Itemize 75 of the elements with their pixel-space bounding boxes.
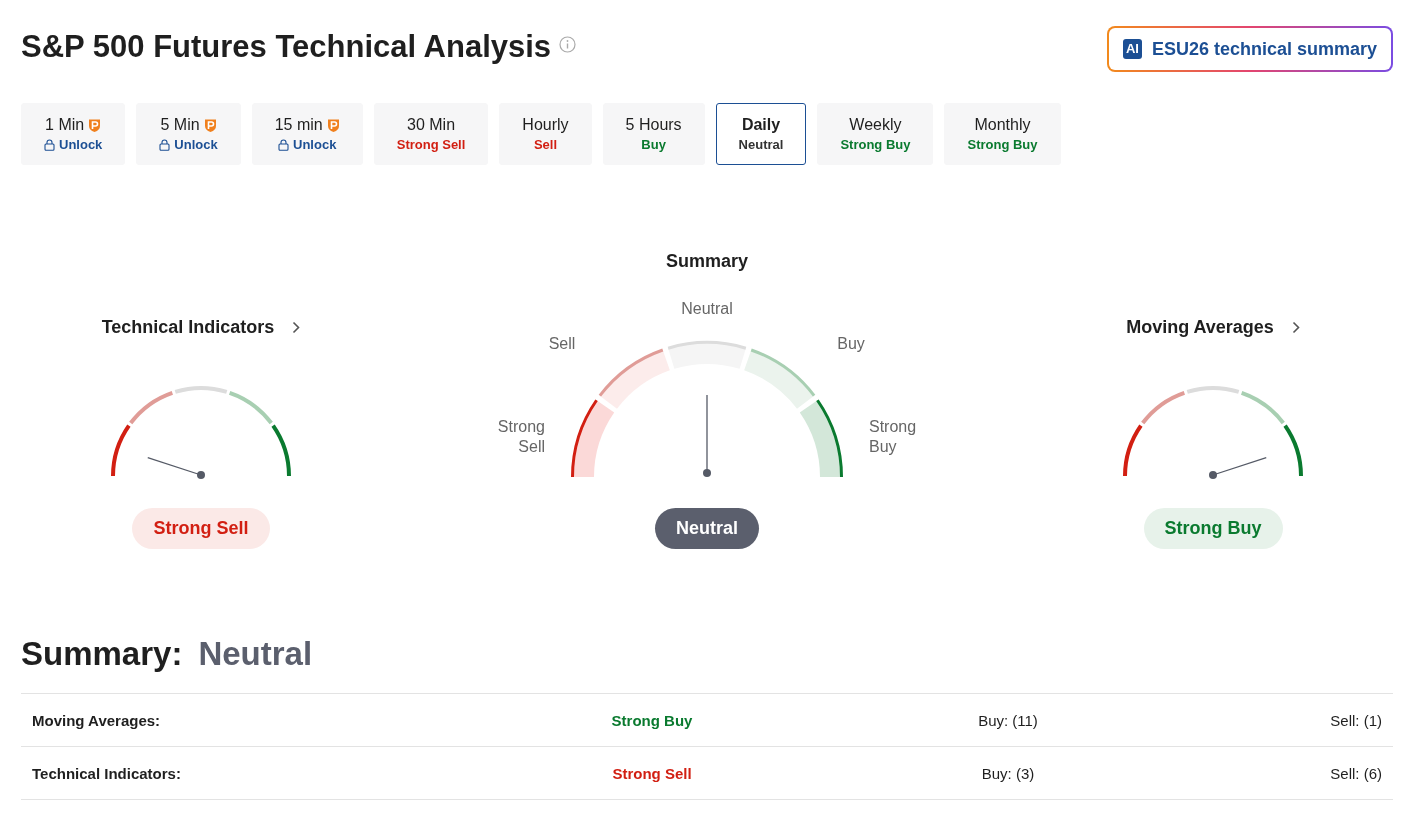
buy-count: Buy: (11): [977, 711, 1039, 729]
tab-label: Monthly: [974, 116, 1031, 134]
tab-label: 5 Hours: [625, 116, 682, 134]
timeframe-tab[interactable]: 5 Hours Buy: [602, 103, 705, 165]
tab-label: 5 Min: [160, 116, 200, 134]
lock-icon: [44, 138, 55, 151]
tab-status: Neutral: [738, 137, 784, 152]
timeframe-tab[interactable]: 1 Min Unlock: [21, 103, 126, 165]
gauge-needle: [147, 457, 205, 479]
timeframe-tab[interactable]: Monthly Strong Buy: [944, 103, 1061, 165]
scale-label: Strong Buy: [869, 418, 917, 455]
sell-count: Sell: (1): [1329, 711, 1382, 729]
gauge-title: Summary: [665, 251, 748, 272]
lock-icon: [278, 138, 290, 151]
gauge-needle: [1209, 457, 1267, 479]
tab-label: Hourly: [522, 116, 569, 134]
tab-label: 30 Min: [407, 116, 456, 134]
scale-label: Strong Sell: [497, 418, 545, 455]
tab-label: Daily: [741, 116, 781, 134]
row-name: Technical Indicators:: [32, 764, 182, 782]
ai-badge: AI: [1122, 39, 1142, 59]
timeframe-tab[interactable]: 30 Min Strong Sell: [373, 103, 489, 165]
tab-status: Unlock: [174, 137, 218, 152]
summary-value: Neutral: [198, 635, 313, 673]
strong-sell-arc: [1123, 424, 1143, 477]
timeframe-tab[interactable]: 5 Min Unlock: [136, 103, 241, 165]
sell-count: Sell: (6): [1329, 764, 1382, 782]
tab-status: Strong Buy: [967, 137, 1038, 152]
tab-status: Strong Sell: [396, 137, 466, 152]
row-verdict: Strong Buy: [610, 711, 694, 729]
tab-label: 1 Min: [45, 116, 85, 134]
premium-shield-icon: [326, 117, 340, 133]
sell-arc: [129, 390, 174, 425]
verdict-pill: Strong Sell: [132, 508, 270, 549]
timeframe-tab[interactable]: 15 min Unlock: [251, 103, 363, 165]
ai-summary-button[interactable]: AI ESU26 technical summary: [1106, 26, 1393, 72]
timeframe-tab[interactable]: Hourly Sell: [499, 103, 592, 165]
sell-arc: [598, 348, 664, 397]
strong-buy-arc: [1283, 424, 1303, 477]
buy-arc: [750, 348, 816, 397]
chevron-right-icon[interactable]: [292, 321, 301, 334]
tab-status: Unlock: [293, 137, 337, 152]
strong-buy-arc: [271, 424, 291, 477]
buy-count: Buy: (3): [980, 764, 1036, 782]
scale-label: Buy: [837, 335, 865, 352]
lock-icon: [159, 138, 171, 151]
tab-status: Unlock: [59, 137, 103, 152]
tab-label: Weekly: [849, 116, 902, 134]
buy-arc: [228, 390, 273, 425]
timeframe-tab[interactable]: Daily Neutral: [715, 103, 807, 165]
gauge-title: Technical Indicators: [101, 317, 275, 338]
premium-shield-icon: [88, 117, 102, 133]
page-title: S&P 500 Futures Technical Analysis: [21, 28, 552, 66]
verdict-pill: Neutral: [655, 508, 759, 549]
neutral-arc: [1186, 386, 1240, 394]
gauge-title: Moving Averages: [1126, 317, 1274, 338]
scale-label: Neutral: [681, 300, 733, 317]
tab-status: Strong Buy: [840, 137, 911, 152]
scale-label: Sell: [548, 335, 576, 352]
row-verdict: Strong Sell: [611, 764, 693, 782]
buy-band: [743, 349, 815, 410]
tab-label: 15 min: [274, 116, 323, 134]
summary-label: Summary:: [21, 635, 183, 673]
verdict-pill: Strong Buy: [1143, 508, 1283, 549]
tab-status: Sell: [533, 137, 557, 152]
sell-band: [599, 349, 671, 410]
row-name: Moving Averages:: [32, 711, 162, 729]
tab-status: Buy: [641, 137, 666, 152]
neutral-arc: [174, 386, 228, 394]
sell-arc: [1141, 390, 1186, 425]
premium-shield-icon: [203, 117, 217, 133]
strong-sell-arc: [111, 424, 131, 477]
chevron-right-icon[interactable]: [1291, 321, 1300, 334]
buy-arc: [1240, 390, 1285, 425]
timeframe-tab[interactable]: Weekly Strong Buy: [817, 103, 934, 165]
